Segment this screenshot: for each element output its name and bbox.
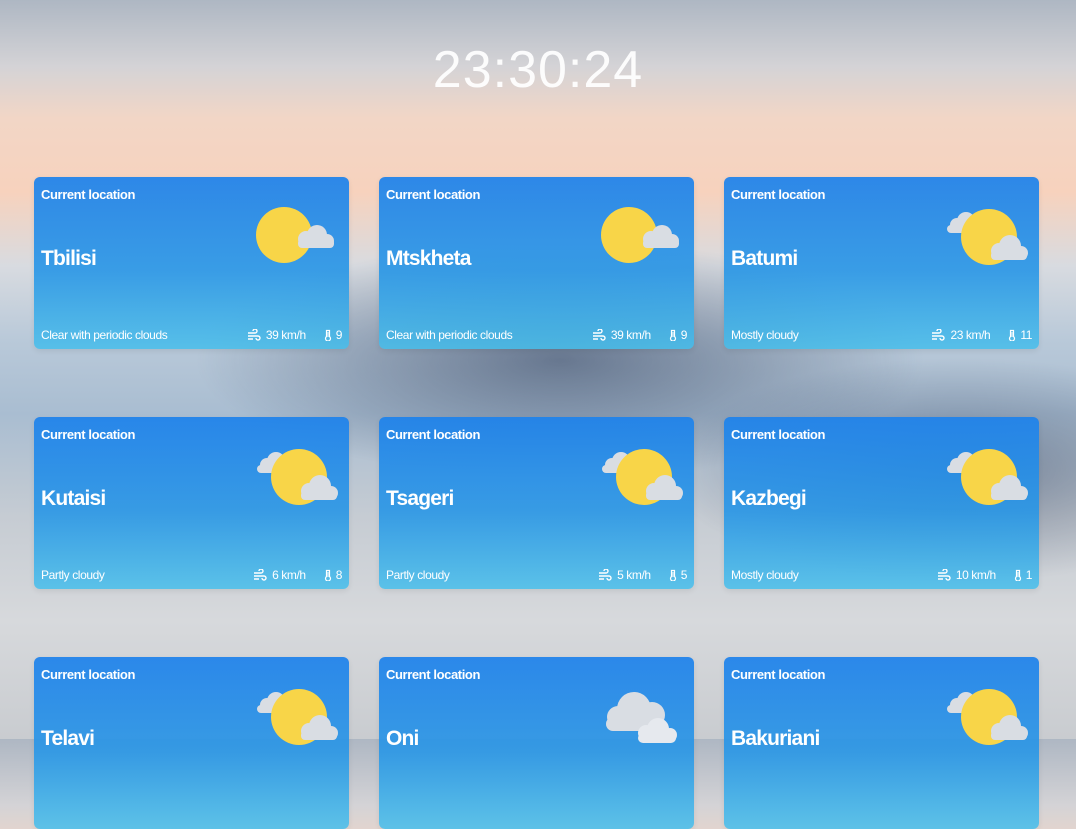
weather-card-tbilisi[interactable]: Current location Tbilisi Clear with peri… (34, 177, 349, 349)
weather-card-telavi[interactable]: Current location Telavi (34, 657, 349, 829)
clock: 23:30:24 (432, 41, 644, 99)
city-name: Bakuriani (731, 727, 820, 750)
thermometer-icon (669, 329, 676, 341)
location-label: Current location (41, 187, 135, 202)
weather-description: Partly cloudy (41, 568, 105, 582)
temperature: 5 (680, 568, 688, 582)
sun-behind-clouds-icon (602, 449, 683, 505)
weather-meta: 5 km/h 5 (598, 568, 687, 582)
weather-meta: 39 km/h 9 (247, 328, 342, 342)
temperature: 8 (335, 568, 343, 582)
location-label: Current location (731, 427, 825, 442)
thermometer-icon (669, 569, 676, 581)
temperature: 11 (1020, 328, 1032, 342)
weather-card-oni[interactable]: Current location Oni (379, 657, 694, 829)
weather-meta: 23 km/h 11 (931, 328, 1032, 342)
temperature: 9 (680, 328, 688, 342)
location-label: Current location (731, 667, 825, 682)
city-name: Kutaisi (41, 487, 106, 510)
wind-speed: 10 km/h (955, 568, 996, 582)
wind-icon (247, 329, 261, 341)
sun-behind-clouds-icon (947, 449, 1028, 505)
weather-description: Clear with periodic clouds (41, 328, 168, 342)
wind-icon (932, 329, 946, 341)
location-label: Current location (386, 667, 480, 682)
sun-behind-clouds-icon (947, 689, 1028, 745)
weather-card-mtskheta[interactable]: Current location Mtskheta Clear with per… (379, 177, 694, 349)
weather-description: Partly cloudy (386, 568, 450, 582)
wind-speed: 6 km/h (272, 568, 306, 582)
city-name: Batumi (731, 247, 798, 270)
thermometer-icon (324, 569, 331, 581)
weather-card-batumi[interactable]: Current location Batumi Mostly cloudy 23… (724, 177, 1039, 349)
location-label: Current location (41, 427, 135, 442)
wind-icon (599, 569, 612, 581)
city-name: Mtskheta (386, 247, 471, 270)
wind-speed: 39 km/h (610, 328, 651, 342)
sun-small-cloud-icon (601, 207, 679, 263)
thermometer-icon (324, 329, 331, 341)
weather-card-bakuriani[interactable]: Current location Bakuriani (724, 657, 1039, 829)
thermometer-icon (1014, 569, 1021, 581)
weather-card-kutaisi[interactable]: Current location Kutaisi Partly cloudy 6… (34, 417, 349, 589)
city-name: Telavi (41, 727, 95, 750)
wind-icon (254, 569, 267, 581)
weather-description: Mostly cloudy (731, 328, 799, 342)
sun-behind-clouds-icon (947, 209, 1028, 265)
sun-small-cloud-icon (256, 207, 334, 263)
thermometer-icon (1009, 329, 1016, 341)
city-name: Kazbegi (731, 487, 807, 510)
location-label: Current location (386, 427, 480, 442)
wind-icon (592, 329, 606, 341)
temperature: 1 (1025, 568, 1033, 582)
weather-meta: 39 km/h 9 (592, 328, 687, 342)
weather-meta: 6 km/h 8 (253, 568, 342, 582)
wind-icon (937, 569, 951, 581)
sun-behind-clouds-icon (257, 689, 338, 745)
wind-speed: 23 km/h (950, 328, 991, 342)
location-label: Current location (731, 187, 825, 202)
wind-speed: 5 km/h (617, 568, 651, 582)
location-label: Current location (386, 187, 480, 202)
clouds-icon (606, 692, 677, 743)
temperature: 9 (335, 328, 343, 342)
weather-card-tsageri[interactable]: Current location Tsageri Partly cloudy 5… (379, 417, 694, 589)
location-label: Current location (41, 667, 135, 682)
weather-description: Mostly cloudy (731, 568, 799, 582)
city-name: Tbilisi (41, 247, 97, 270)
weather-meta: 10 km/h 1 (937, 568, 1032, 582)
wind-speed: 39 km/h (265, 328, 306, 342)
weather-description: Clear with periodic clouds (386, 328, 513, 342)
city-name: Oni (386, 727, 419, 750)
weather-card-kazbegi[interactable]: Current location Kazbegi Mostly cloudy 1… (724, 417, 1039, 589)
city-name: Tsageri (386, 487, 454, 510)
sun-behind-clouds-icon (257, 449, 338, 505)
